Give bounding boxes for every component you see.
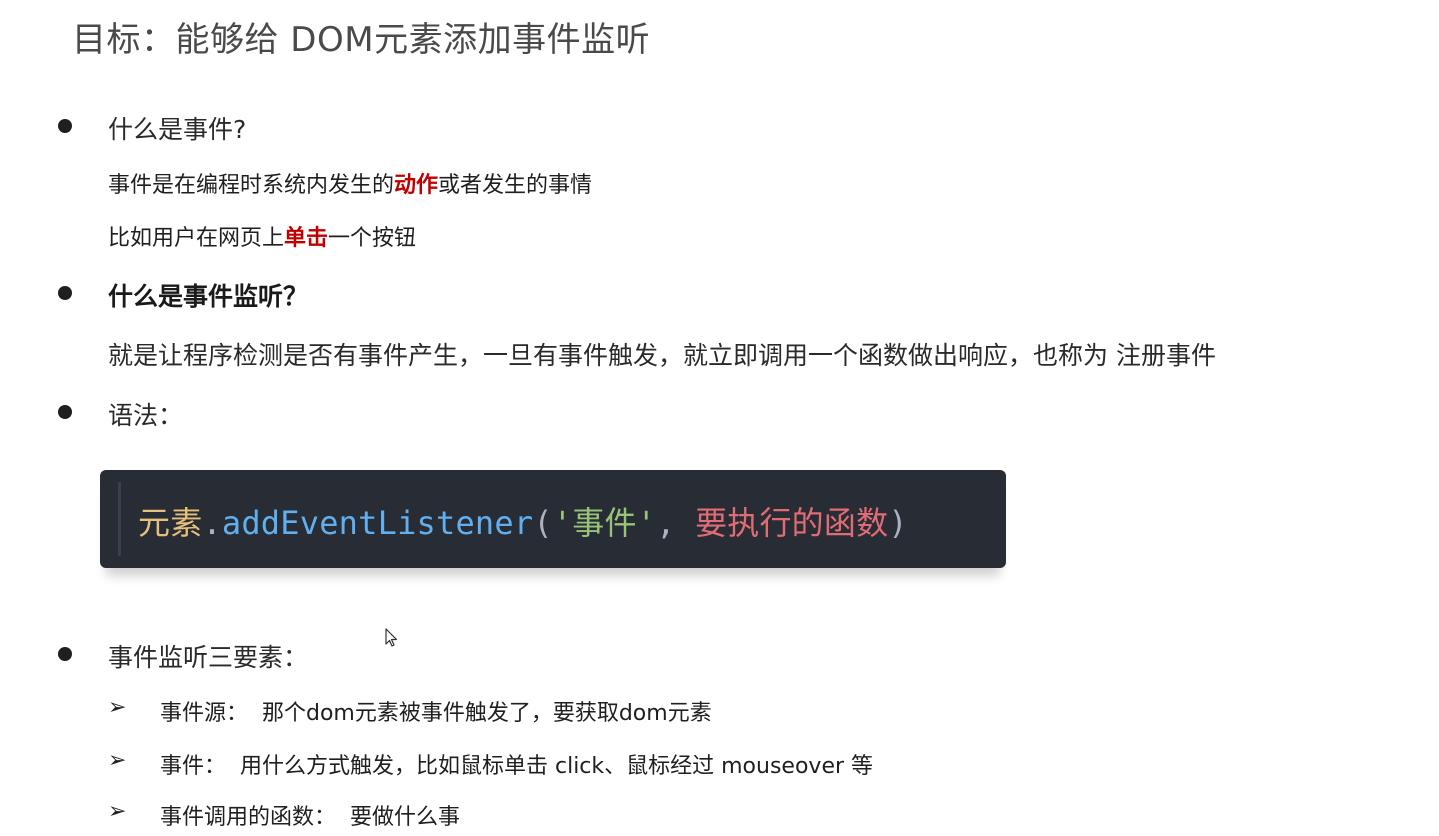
code-handler: 要执行的函数 — [695, 504, 889, 542]
code-close-paren: ) — [888, 504, 908, 542]
code-line: 元素.addEventListener('事件', 要执行的函数) — [138, 498, 908, 544]
three-elements-label: 事件监听三要素： — [108, 643, 309, 672]
bullet-icon — [58, 647, 72, 661]
code-comma: , — [656, 504, 696, 542]
code-event-string: '事件' — [552, 504, 657, 542]
event-example-post: 一个按钮 — [328, 226, 417, 251]
mouse-pointer-icon — [385, 628, 399, 652]
code-element: 元素 — [138, 504, 203, 542]
event-example-pre: 比如用户在网页上 — [108, 226, 285, 251]
listener-definition: 就是让程序检测是否有事件产生，一旦有事件触发，就立即调用一个函数做出响应，也称为… — [108, 341, 1216, 370]
page-title: 目标：能够给 DOM元素添加事件监听 — [72, 20, 651, 60]
bullet-icon — [58, 119, 72, 133]
code-gutter-bar — [118, 482, 121, 556]
code-open-paren: ( — [533, 504, 553, 542]
syntax-label: 语法： — [108, 401, 184, 430]
code-dot: . — [202, 504, 222, 542]
arrow-right-icon: ➢ — [108, 748, 127, 773]
arrow-right-icon: ➢ — [108, 799, 127, 824]
arrow-right-icon: ➢ — [108, 695, 127, 720]
bullet-icon — [58, 405, 72, 419]
list-item-event-type: 事件： 用什么方式触发，比如鼠标单击 click、鼠标经过 mouseover … — [160, 754, 874, 779]
highlight-action: 动作 — [394, 173, 439, 198]
question-what-is-listener: 什么是事件监听？ — [108, 282, 309, 311]
highlight-click: 单击 — [284, 226, 329, 251]
code-method: addEventListener — [221, 504, 534, 542]
code-block: 元素.addEventListener('事件', 要执行的函数) — [100, 470, 1006, 568]
question-what-is-event: 什么是事件? — [108, 115, 247, 144]
list-item-event-handler: 事件调用的函数： 要做什么事 — [160, 805, 460, 830]
list-item-event-source: 事件源： 那个dom元素被事件触发了，要获取dom元素 — [160, 701, 712, 726]
event-definition-pre: 事件是在编程时系统内发生的 — [108, 173, 395, 198]
event-example: 比如用户在网页上单击一个按钮 — [108, 220, 416, 252]
bullet-icon — [58, 286, 72, 300]
event-definition: 事件是在编程时系统内发生的动作或者发生的事情 — [108, 167, 592, 199]
event-definition-post: 或者发生的事情 — [438, 173, 593, 198]
